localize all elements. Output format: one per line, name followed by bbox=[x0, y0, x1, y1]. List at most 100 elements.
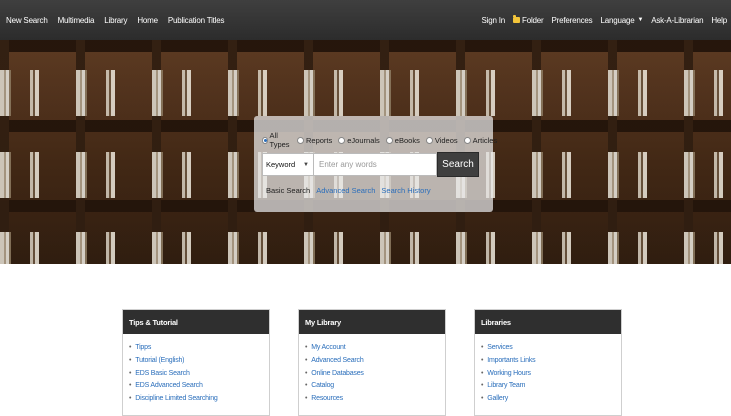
search-panel: All Types Reports eJournals eBooks Video… bbox=[254, 116, 497, 212]
nav-help[interactable]: Help bbox=[711, 16, 727, 25]
basic-search-link[interactable]: Basic Search bbox=[266, 186, 310, 195]
type-label: Videos bbox=[434, 135, 458, 145]
bullet-icon: • bbox=[305, 344, 308, 351]
nav-ask-a-librarian[interactable]: Ask-A-Librarian bbox=[651, 16, 703, 25]
search-field-value: Keyword bbox=[266, 160, 296, 169]
link-online-databases[interactable]: Online Databases bbox=[311, 368, 364, 381]
bullet-icon: • bbox=[129, 356, 132, 364]
bullet-icon: • bbox=[129, 369, 132, 377]
link-resources[interactable]: Resources bbox=[311, 393, 343, 406]
type-videos[interactable]: Videos bbox=[425, 135, 458, 145]
link-eds-advanced[interactable]: EDS Advanced Search bbox=[135, 380, 203, 393]
list-item[interactable]: • My Account bbox=[305, 342, 445, 355]
radio-icon[interactable] bbox=[425, 136, 433, 144]
list-item[interactable]: • Discipline Limited Searching bbox=[129, 393, 269, 406]
link-eds-basic[interactable]: EDS Basic Search bbox=[135, 368, 190, 381]
link-gallery[interactable]: Gallery bbox=[487, 393, 508, 406]
list-item[interactable]: • Gallery bbox=[481, 393, 621, 406]
list-item[interactable]: • Catalog bbox=[305, 380, 445, 393]
card-libraries: Libraries • Services • Importants Links • W… bbox=[474, 309, 622, 416]
link-important-links[interactable]: Importants Links bbox=[487, 355, 535, 368]
search-links: Basic Search Advanced Search Search Hist… bbox=[266, 186, 437, 195]
nav-home[interactable]: Home bbox=[137, 16, 158, 25]
type-label: Reports bbox=[306, 135, 333, 145]
link-library-team[interactable]: Library Team bbox=[487, 380, 525, 393]
link-discipline-limited[interactable]: Discipline Limited Searching bbox=[135, 393, 218, 406]
radio-icon[interactable] bbox=[463, 136, 471, 144]
card-title: Libraries bbox=[475, 310, 621, 334]
radio-icon[interactable] bbox=[297, 136, 304, 144]
nav-left: New Search Multimedia Library Home Publi… bbox=[6, 16, 234, 25]
nav-sign-in[interactable]: Sign In bbox=[482, 16, 506, 25]
bullet-icon: • bbox=[129, 395, 132, 403]
nav-folder-label: Folder bbox=[522, 15, 544, 25]
list-item[interactable]: • Advanced Search bbox=[305, 355, 445, 368]
bookshelf-row bbox=[0, 70, 731, 116]
link-working-hours[interactable]: Working Hours bbox=[487, 368, 531, 381]
list-item[interactable]: • Tutorial (English) bbox=[129, 355, 269, 368]
link-catalog[interactable]: Catalog bbox=[311, 380, 334, 393]
search-field-select[interactable]: Keyword ▼ bbox=[262, 153, 314, 176]
list-item[interactable]: • Working Hours bbox=[481, 368, 621, 381]
advanced-search-link[interactable]: Advanced Search bbox=[316, 186, 375, 195]
search-button[interactable]: Search bbox=[437, 152, 479, 177]
nav-language-label: Language bbox=[600, 15, 635, 25]
bullet-icon: • bbox=[129, 344, 132, 351]
link-services[interactable]: Services bbox=[487, 342, 512, 355]
bullet-icon: • bbox=[481, 356, 484, 364]
search-placeholder: Enter any words bbox=[319, 160, 377, 169]
type-ejournals[interactable]: eJournals bbox=[338, 136, 380, 145]
nav-multimedia[interactable]: Multimedia bbox=[58, 16, 95, 25]
bullet-icon: • bbox=[305, 382, 308, 390]
link-tutorial[interactable]: Tutorial (English) bbox=[135, 355, 184, 368]
nav-folder[interactable]: Folder bbox=[513, 15, 544, 25]
bullet-icon: • bbox=[481, 382, 484, 390]
bullet-icon: • bbox=[481, 369, 484, 377]
list-item[interactable]: • Importants Links bbox=[481, 355, 621, 368]
radio-icon[interactable] bbox=[385, 136, 393, 144]
link-my-account[interactable]: My Account bbox=[311, 342, 345, 355]
nav-preferences[interactable]: Preferences bbox=[552, 16, 593, 25]
bullet-icon: • bbox=[481, 395, 484, 403]
list-item[interactable]: • Library Team bbox=[481, 380, 621, 393]
chevron-down-icon: ▼ bbox=[637, 17, 644, 23]
bullet-icon: • bbox=[481, 344, 484, 351]
link-advanced-search[interactable]: Advanced Search bbox=[311, 355, 363, 368]
search-history-link[interactable]: Search History bbox=[381, 186, 430, 195]
card-my-library: My Library • My Account • Advanced Search … bbox=[298, 309, 446, 416]
radio-icon[interactable] bbox=[338, 136, 346, 144]
radio-selected-icon[interactable] bbox=[262, 136, 268, 144]
search-type-options: All Types Reports eJournals eBooks Video… bbox=[262, 131, 503, 149]
type-label: eBooks bbox=[394, 135, 420, 145]
list-item[interactable]: • Online Databases bbox=[305, 368, 445, 381]
folder-icon bbox=[513, 15, 521, 23]
bookshelf-row bbox=[0, 232, 731, 264]
type-label: Articles bbox=[472, 135, 498, 145]
nav-library[interactable]: Library bbox=[104, 16, 127, 25]
info-cards: Tips & Tutorial • Tipps • Tutorial (Englis… bbox=[122, 309, 622, 416]
type-articles[interactable]: Articles bbox=[463, 135, 498, 145]
top-navigation-bar: New Search Multimedia Library Home Publi… bbox=[0, 0, 731, 40]
nav-language[interactable]: Language ▼ bbox=[600, 16, 643, 25]
nav-new-search[interactable]: New Search bbox=[6, 16, 48, 25]
bullet-icon: • bbox=[129, 382, 132, 390]
nav-publication-titles[interactable]: Publication Titles bbox=[168, 16, 225, 25]
bullet-icon: • bbox=[305, 369, 308, 377]
type-reports[interactable]: Reports bbox=[297, 136, 332, 145]
card-tips-tutorial: Tips & Tutorial • Tipps • Tutorial (Englis… bbox=[122, 309, 270, 416]
nav-right: Sign In Folder Preferences Language ▼ As… bbox=[482, 15, 727, 25]
list-item[interactable]: • EDS Advanced Search bbox=[129, 380, 269, 393]
type-label: eJournals bbox=[347, 135, 380, 145]
list-item[interactable]: • EDS Basic Search bbox=[129, 368, 269, 381]
chevron-down-icon: ▼ bbox=[303, 161, 309, 168]
link-tipps[interactable]: Tipps bbox=[135, 342, 151, 355]
list-item[interactable]: • Tipps bbox=[129, 342, 269, 355]
card-title: Tips & Tutorial bbox=[123, 310, 269, 334]
list-item[interactable]: • Services bbox=[481, 342, 621, 355]
list-item[interactable]: • Resources bbox=[305, 393, 445, 406]
type-all-types[interactable]: All Types bbox=[262, 131, 291, 149]
bullet-icon: • bbox=[305, 395, 308, 403]
search-input[interactable]: Enter any words bbox=[314, 153, 437, 176]
type-ebooks[interactable]: eBooks bbox=[385, 135, 420, 145]
type-label: All Types bbox=[269, 131, 290, 149]
